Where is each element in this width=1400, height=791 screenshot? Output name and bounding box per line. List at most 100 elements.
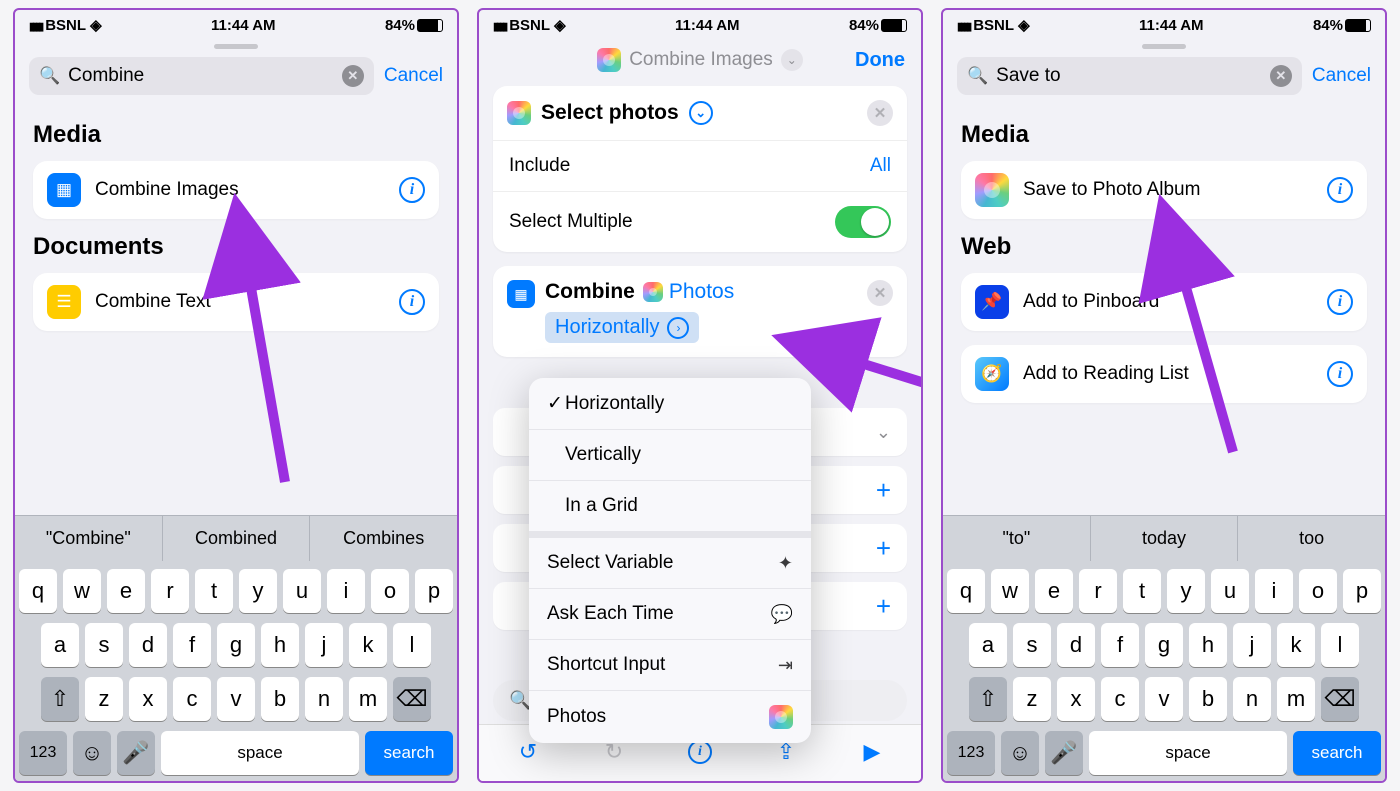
- key-w[interactable]: w: [991, 569, 1029, 613]
- key-x[interactable]: x: [1057, 677, 1095, 721]
- option-shortcut-input[interactable]: Shortcut Input⇥: [529, 640, 811, 691]
- plus-icon[interactable]: +: [876, 533, 891, 564]
- key-g[interactable]: g: [1145, 623, 1183, 667]
- key-o[interactable]: o: [1299, 569, 1337, 613]
- row-select-multiple[interactable]: Select Multiple: [493, 191, 907, 252]
- cancel-button[interactable]: Cancel: [384, 65, 443, 87]
- option-vertically[interactable]: Vertically: [529, 430, 811, 481]
- key-z[interactable]: z: [85, 677, 123, 721]
- key-z[interactable]: z: [1013, 677, 1051, 721]
- key-x[interactable]: x: [129, 677, 167, 721]
- info-icon[interactable]: i: [1327, 289, 1353, 315]
- toggle-on[interactable]: [835, 206, 891, 238]
- plus-icon[interactable]: +: [876, 591, 891, 622]
- chevron-down-icon[interactable]: ⌄: [689, 101, 713, 125]
- mode-selector[interactable]: Horizontally ›: [545, 312, 699, 343]
- suggestion[interactable]: "to": [943, 516, 1091, 561]
- cancel-button[interactable]: Cancel: [1312, 65, 1371, 87]
- close-icon[interactable]: ✕: [867, 100, 893, 126]
- key-v[interactable]: v: [1145, 677, 1183, 721]
- numbers-key[interactable]: 123: [19, 731, 67, 775]
- variable-photos[interactable]: Photos: [643, 280, 734, 304]
- key-a[interactable]: a: [41, 623, 79, 667]
- key-a[interactable]: a: [969, 623, 1007, 667]
- suggestion[interactable]: too: [1238, 516, 1385, 561]
- key-t[interactable]: t: [195, 569, 233, 613]
- run-button[interactable]: ▶: [855, 735, 889, 769]
- numbers-key[interactable]: 123: [947, 731, 995, 775]
- search-key[interactable]: search: [1293, 731, 1381, 775]
- suggestion[interactable]: today: [1091, 516, 1239, 561]
- sheet-grabber[interactable]: [214, 44, 258, 49]
- search-input[interactable]: [68, 65, 334, 87]
- key-i[interactable]: i: [327, 569, 365, 613]
- key-e[interactable]: e: [1035, 569, 1073, 613]
- shift-key[interactable]: ⇧: [41, 677, 79, 721]
- key-e[interactable]: e: [107, 569, 145, 613]
- key-p[interactable]: p: [1343, 569, 1381, 613]
- dictation-key[interactable]: 🎤: [117, 731, 155, 775]
- keyboard[interactable]: qwertyuiop asdfghjkl ⇧ zxcvbnm ⌫ 123 ☺ 🎤…: [15, 561, 457, 781]
- key-q[interactable]: q: [19, 569, 57, 613]
- close-icon[interactable]: ✕: [867, 280, 893, 306]
- key-c[interactable]: c: [1101, 677, 1139, 721]
- search-input[interactable]: [996, 65, 1262, 87]
- done-button[interactable]: Done: [855, 49, 905, 72]
- option-horizontally[interactable]: ✓Horizontally: [529, 378, 811, 430]
- clear-icon[interactable]: ✕: [342, 65, 364, 87]
- key-n[interactable]: n: [305, 677, 343, 721]
- result-save-to-photo-album[interactable]: Save to Photo Album i: [961, 161, 1367, 219]
- key-l[interactable]: l: [1321, 623, 1359, 667]
- key-h[interactable]: h: [261, 623, 299, 667]
- chevron-down-icon[interactable]: ⌄: [876, 422, 891, 443]
- key-w[interactable]: w: [63, 569, 101, 613]
- key-k[interactable]: k: [349, 623, 387, 667]
- option-ask-each-time[interactable]: Ask Each Time💬: [529, 589, 811, 640]
- suggestion[interactable]: "Combine": [15, 516, 163, 561]
- key-f[interactable]: f: [173, 623, 211, 667]
- keyboard-suggestions[interactable]: "Combine" Combined Combines: [15, 515, 457, 561]
- result-combine-text[interactable]: ☰ Combine Text i: [33, 273, 439, 331]
- plus-icon[interactable]: +: [876, 475, 891, 506]
- key-s[interactable]: s: [85, 623, 123, 667]
- key-t[interactable]: t: [1123, 569, 1161, 613]
- key-b[interactable]: b: [261, 677, 299, 721]
- key-g[interactable]: g: [217, 623, 255, 667]
- key-u[interactable]: u: [1211, 569, 1249, 613]
- key-l[interactable]: l: [393, 623, 431, 667]
- key-o[interactable]: o: [371, 569, 409, 613]
- result-add-to-reading-list[interactable]: 🧭 Add to Reading List i: [961, 345, 1367, 403]
- key-y[interactable]: y: [239, 569, 277, 613]
- key-v[interactable]: v: [217, 677, 255, 721]
- key-h[interactable]: h: [1189, 623, 1227, 667]
- info-icon[interactable]: i: [399, 177, 425, 203]
- option-select-variable[interactable]: Select Variable✦: [529, 538, 811, 589]
- info-icon[interactable]: i: [399, 289, 425, 315]
- key-r[interactable]: r: [151, 569, 189, 613]
- backspace-key[interactable]: ⌫: [393, 677, 431, 721]
- dictation-key[interactable]: 🎤: [1045, 731, 1083, 775]
- mode-popup-menu[interactable]: ✓Horizontally Vertically In a Grid Selec…: [529, 378, 811, 743]
- keyboard-suggestions[interactable]: "to" today too: [943, 515, 1385, 561]
- search-field[interactable]: 🔍 ✕: [957, 57, 1302, 95]
- result-add-to-pinboard[interactable]: 📌 Add to Pinboard i: [961, 273, 1367, 331]
- key-i[interactable]: i: [1255, 569, 1293, 613]
- key-b[interactable]: b: [1189, 677, 1227, 721]
- space-key[interactable]: space: [161, 731, 359, 775]
- key-y[interactable]: y: [1167, 569, 1205, 613]
- backspace-key[interactable]: ⌫: [1321, 677, 1359, 721]
- option-grid[interactable]: In a Grid: [529, 481, 811, 532]
- key-q[interactable]: q: [947, 569, 985, 613]
- sheet-grabber[interactable]: [1142, 44, 1186, 49]
- key-d[interactable]: d: [1057, 623, 1095, 667]
- key-j[interactable]: j: [305, 623, 343, 667]
- key-n[interactable]: n: [1233, 677, 1271, 721]
- key-k[interactable]: k: [1277, 623, 1315, 667]
- key-d[interactable]: d: [129, 623, 167, 667]
- result-combine-images[interactable]: ▦ Combine Images i: [33, 161, 439, 219]
- suggestion[interactable]: Combines: [310, 516, 457, 561]
- emoji-key[interactable]: ☺: [1001, 731, 1039, 775]
- search-field[interactable]: 🔍 ✕: [29, 57, 374, 95]
- key-f[interactable]: f: [1101, 623, 1139, 667]
- key-s[interactable]: s: [1013, 623, 1051, 667]
